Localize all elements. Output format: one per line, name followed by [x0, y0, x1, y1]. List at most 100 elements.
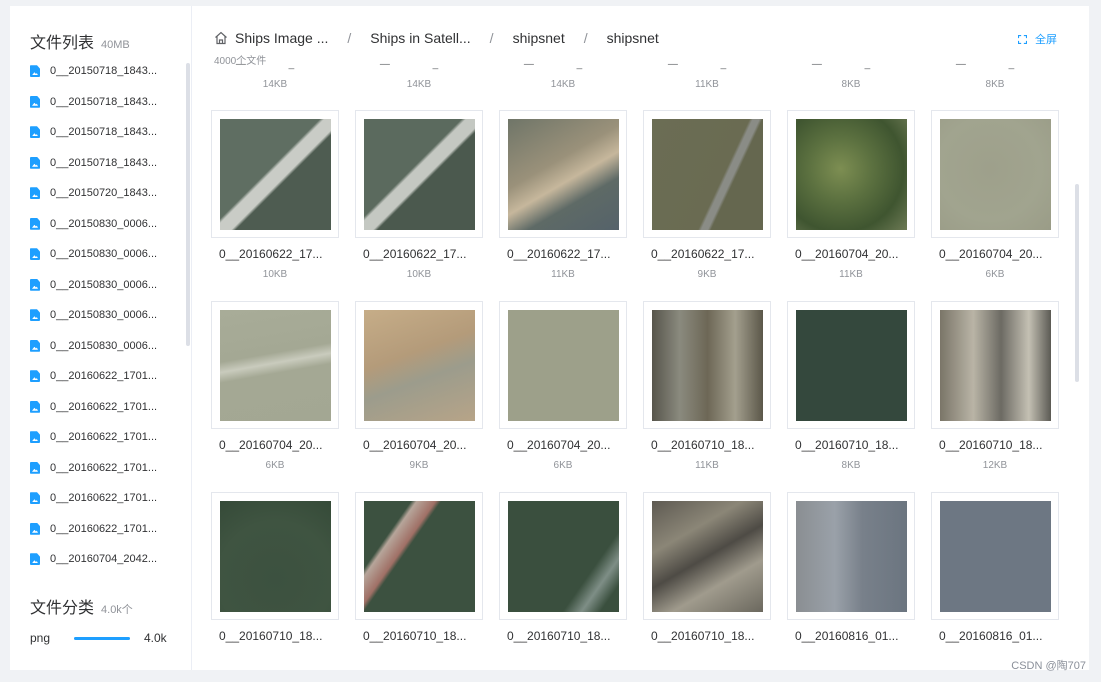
- image-tile[interactable]: 0__20160704_20... 6KB: [211, 301, 339, 471]
- tile-file-name: 0__20160816_01...: [939, 629, 1043, 643]
- image-tile[interactable]: 0__20160704_20... 6KB: [931, 110, 1059, 280]
- file-list-item[interactable]: 0__20160704_2042...: [30, 544, 170, 575]
- image-tile[interactable]: 0__20160710_18... 11KB: [643, 301, 771, 471]
- tile-file-name: 0__20160710_18...: [651, 438, 755, 452]
- image-tile[interactable]: 0__20160816_01...: [787, 492, 915, 643]
- breadcrumb-separator: /: [489, 30, 494, 46]
- thumbnail-frame: [211, 492, 339, 620]
- image-tile[interactable]: 0__20160704_20... 9KB: [355, 301, 483, 471]
- partial-tile-name: — _: [523, 62, 603, 70]
- file-grid: — _ 14KB — _ 14KB — _ 14KB — _ 11KB — _ 8KB — _ 8KB…: [192, 62, 1089, 670]
- file-list-item[interactable]: 0__20150830_0006...: [30, 239, 170, 270]
- file-name: 0__20150718_1843...: [50, 95, 158, 108]
- file-list-item[interactable]: 0__20150830_0006...: [30, 209, 170, 240]
- file-list-item[interactable]: 0__20160622_1701...: [30, 361, 170, 392]
- sidebar: 文件列表 40MB 0__20150718_1843... 0__20150718…: [10, 6, 192, 670]
- file-list-item[interactable]: 0__20160622_1701...: [30, 392, 170, 423]
- tile-file-name: 0__20160710_18...: [795, 438, 899, 452]
- file-list-item[interactable]: 0__20150830_0006...: [30, 331, 170, 362]
- file-list-item[interactable]: 0__20150830_0006...: [30, 270, 170, 301]
- satellite-thumbnail-image: [939, 309, 1051, 421]
- satellite-thumbnail-image: [939, 118, 1051, 230]
- tile-file-name: 0__20160710_18...: [363, 629, 467, 643]
- main-scrollbar[interactable]: [1075, 184, 1079, 382]
- partial-tile-name: — _: [811, 62, 891, 70]
- tile-file-name: 0__20160710_18...: [939, 438, 1043, 452]
- image-tile[interactable]: 0__20160622_17... 11KB: [499, 110, 627, 280]
- partial-tile[interactable]: — _ 8KB: [787, 62, 915, 90]
- image-tile[interactable]: 0__20160710_18...: [355, 492, 483, 643]
- image-file-icon: [30, 187, 40, 200]
- breadcrumb-item-folder[interactable]: Ships in Satell...: [370, 30, 470, 46]
- tile-file-size: 9KB: [697, 269, 717, 280]
- partial-tile[interactable]: — _ 8KB: [931, 62, 1059, 90]
- partial-tile[interactable]: — _ 14KB: [499, 62, 627, 90]
- file-list-item[interactable]: 0__20160622_1701...: [30, 514, 170, 545]
- tile-file-name: 0__20160704_20...: [363, 438, 467, 452]
- breadcrumb-item-dataset[interactable]: Ships Image ...: [235, 30, 328, 46]
- sidebar-scrollbar[interactable]: [186, 63, 190, 346]
- image-tile[interactable]: 0__20160710_18... 8KB: [787, 301, 915, 471]
- tile-file-size: 11KB: [551, 269, 575, 280]
- file-list-item[interactable]: 0__20160622_1701...: [30, 453, 170, 484]
- file-list-title: 文件列表: [30, 33, 95, 52]
- thumbnail-frame: [499, 301, 627, 429]
- image-tile[interactable]: 0__20160710_18...: [643, 492, 771, 643]
- breadcrumb-item-shipsnet[interactable]: shipsnet: [513, 30, 565, 46]
- breadcrumb-separator: /: [347, 30, 352, 46]
- partial-tile[interactable]: — _ 14KB: [211, 62, 339, 90]
- image-file-icon: [30, 370, 40, 383]
- app-card: 文件列表 40MB 0__20150718_1843... 0__20150718…: [10, 6, 1089, 670]
- image-tile[interactable]: 0__20160816_01...: [931, 492, 1059, 643]
- image-tile[interactable]: 0__20160704_20... 11KB: [787, 110, 915, 280]
- file-list-item[interactable]: 0__20150718_1843...: [30, 56, 170, 87]
- file-list-item[interactable]: 0__20150718_1843...: [30, 87, 170, 118]
- tile-file-size: 10KB: [406, 269, 432, 280]
- image-file-icon: [30, 492, 40, 505]
- image-tile[interactable]: 0__20160710_18...: [499, 492, 627, 643]
- tile-file-size: 12KB: [982, 460, 1008, 471]
- partial-tile-name: — _: [235, 62, 315, 70]
- file-name: 0__20160622_1701...: [50, 522, 158, 535]
- image-tile[interactable]: 0__20160710_18... 12KB: [931, 301, 1059, 471]
- thumbnail-frame: [643, 110, 771, 238]
- breadcrumb-separator: /: [583, 30, 588, 46]
- thumbnail-frame: [355, 301, 483, 429]
- home-icon[interactable]: [214, 31, 228, 45]
- satellite-thumbnail-image: [507, 309, 619, 421]
- image-file-icon: [30, 156, 40, 169]
- image-file-icon: [30, 431, 40, 444]
- thumbnail-frame: [931, 301, 1059, 429]
- category-count: 4.0k个: [101, 604, 133, 616]
- image-file-icon: [30, 248, 40, 261]
- category-header: 文件分类 4.0k个: [30, 594, 133, 618]
- thumbnail-frame: [499, 110, 627, 238]
- tile-file-name: 0__20160622_17...: [363, 247, 467, 261]
- file-list-item[interactable]: 0__20160622_1701...: [30, 422, 170, 453]
- thumbnail-frame: [787, 301, 915, 429]
- image-tile[interactable]: 0__20160704_20... 6KB: [499, 301, 627, 471]
- breadcrumb-item-current: shipsnet: [606, 30, 659, 46]
- image-file-icon: [30, 278, 40, 291]
- image-tile[interactable]: 0__20160710_18...: [211, 492, 339, 643]
- image-tile[interactable]: 0__20160622_17... 10KB: [355, 110, 483, 280]
- thumbnail-frame: [931, 110, 1059, 238]
- tile-file-name: 0__20160710_18...: [507, 629, 611, 643]
- file-name: 0__20160622_1701...: [50, 370, 158, 383]
- satellite-thumbnail-image: [219, 309, 331, 421]
- image-tile[interactable]: 0__20160622_17... 9KB: [643, 110, 771, 280]
- file-name: 0__20160622_1701...: [50, 492, 158, 505]
- partial-tile[interactable]: — _ 14KB: [355, 62, 483, 90]
- partial-tile[interactable]: — _ 11KB: [643, 62, 771, 90]
- fullscreen-label: 全屏: [1035, 34, 1057, 46]
- file-list-item[interactable]: 0__20150720_1843...: [30, 178, 170, 209]
- thumbnail-frame: [355, 492, 483, 620]
- image-tile[interactable]: 0__20160622_17... 10KB: [211, 110, 339, 280]
- file-list-item[interactable]: 0__20150718_1843...: [30, 117, 170, 148]
- file-list-item[interactable]: 0__20150830_0006...: [30, 300, 170, 331]
- category-row-png[interactable]: png 4.0k: [30, 630, 180, 646]
- fullscreen-button[interactable]: 全屏: [1018, 31, 1057, 47]
- file-list-item[interactable]: 0__20160622_1701...: [30, 483, 170, 514]
- file-name: 0__20150718_1843...: [50, 65, 158, 78]
- file-list-item[interactable]: 0__20150718_1843...: [30, 148, 170, 179]
